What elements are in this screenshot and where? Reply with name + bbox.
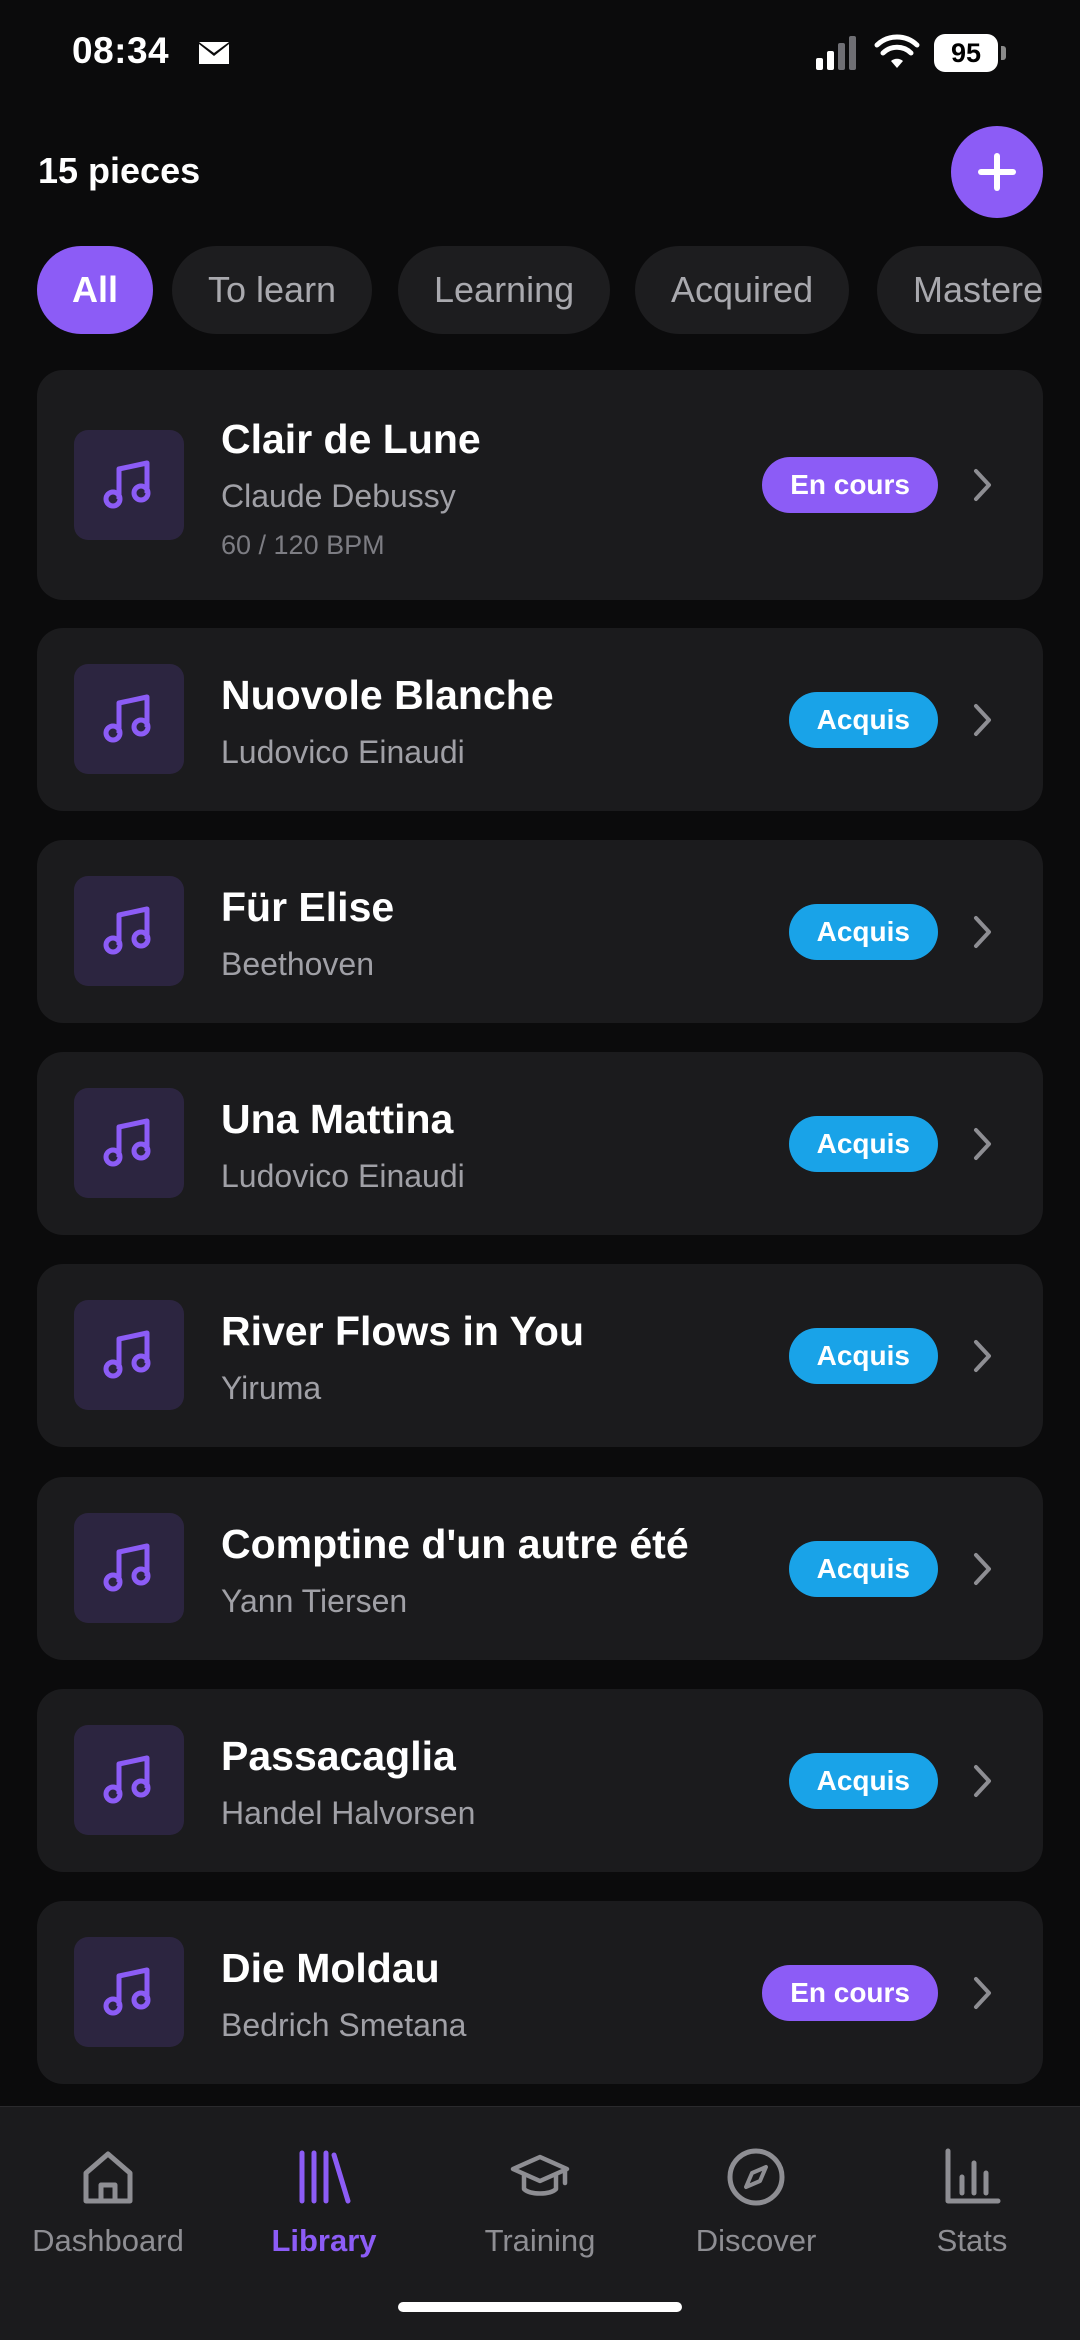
music-note-icon bbox=[103, 1543, 151, 1592]
nav-dashboard[interactable]: Dashboard bbox=[0, 2147, 216, 2277]
status-bar: 08:34 95 bbox=[0, 0, 1080, 110]
bar-chart-icon bbox=[945, 2148, 1001, 2204]
piece-title: Die Moldau bbox=[221, 1945, 440, 1991]
nav-label: Dashboard bbox=[32, 2223, 184, 2258]
piece-thumbnail bbox=[74, 1513, 184, 1623]
chevron-right-icon bbox=[974, 1128, 991, 1160]
battery-icon: 95 bbox=[934, 34, 1008, 72]
piece-artist: Ludovico Einaudi bbox=[221, 1158, 465, 1194]
piece-thumbnail bbox=[74, 876, 184, 986]
nav-training[interactable]: Training bbox=[432, 2147, 648, 2277]
music-note-icon bbox=[103, 1118, 151, 1167]
piece-artist: Claude Debussy bbox=[221, 478, 456, 514]
library-screen: 08:34 95 15 pieces All To learn Learning… bbox=[0, 0, 1080, 2340]
piece-artist: Beethoven bbox=[221, 946, 375, 982]
filter-chip-acquired[interactable]: Acquired bbox=[635, 246, 850, 334]
status-badge: Acquis bbox=[788, 904, 938, 960]
music-note-icon bbox=[103, 694, 151, 743]
home-indicator[interactable] bbox=[398, 2302, 682, 2312]
status-badge: En cours bbox=[762, 457, 938, 513]
piece-artist: Yiruma bbox=[221, 1370, 322, 1406]
filter-chips: All To learn Learning Acquired Mastere bbox=[0, 246, 1042, 334]
compass-icon bbox=[727, 2148, 785, 2206]
piece-thumbnail bbox=[74, 1300, 184, 1410]
status-time: 08:34 bbox=[72, 30, 170, 71]
piece-title: River Flows in You bbox=[221, 1308, 584, 1354]
piece-artist: Ludovico Einaudi bbox=[221, 734, 465, 770]
signal-icon bbox=[816, 36, 856, 70]
piece-artist: Yann Tiersen bbox=[221, 1583, 408, 1619]
piece-thumbnail bbox=[74, 430, 184, 540]
piece-artist: Bedrich Smetana bbox=[221, 2007, 467, 2043]
piece-title: Für Elise bbox=[221, 884, 395, 930]
music-note-icon bbox=[103, 906, 151, 955]
chevron-right-icon bbox=[974, 704, 991, 736]
mail-icon bbox=[199, 42, 229, 64]
chevron-right-icon bbox=[974, 469, 991, 501]
music-note-icon bbox=[103, 1330, 151, 1379]
piece-thumbnail bbox=[74, 664, 184, 774]
music-note-icon bbox=[103, 1755, 151, 1804]
piece-card[interactable]: Die Moldau Bedrich Smetana En cours bbox=[37, 1901, 1043, 2084]
status-badge: Acquis bbox=[788, 1328, 938, 1384]
piece-title: Passacaglia bbox=[221, 1733, 456, 1779]
nav-library[interactable]: Library bbox=[216, 2147, 432, 2277]
nav-label: Library bbox=[271, 2223, 377, 2258]
piece-thumbnail bbox=[74, 1725, 184, 1835]
chevron-right-icon bbox=[974, 1340, 991, 1372]
battery-tip bbox=[1001, 46, 1006, 60]
piece-thumbnail bbox=[74, 1937, 184, 2047]
nav-label: Discover bbox=[695, 2223, 817, 2258]
chevron-right-icon bbox=[974, 1765, 991, 1797]
wifi-icon bbox=[874, 34, 920, 68]
piece-title: Comptine d'un autre été bbox=[221, 1521, 689, 1567]
piece-thumbnail bbox=[74, 1088, 184, 1198]
pieces-count: 15 pieces bbox=[38, 150, 201, 191]
graduation-cap-icon bbox=[510, 2154, 570, 2196]
status-badge: Acquis bbox=[788, 692, 938, 748]
status-badge: En cours bbox=[762, 1965, 938, 2021]
piece-card[interactable]: Für Elise Beethoven Acquis bbox=[37, 840, 1043, 1023]
library-icon bbox=[299, 2150, 351, 2204]
filter-chip-all[interactable]: All bbox=[37, 246, 153, 334]
piece-bpm: 60 / 120 BPM bbox=[221, 530, 385, 560]
status-badge: Acquis bbox=[788, 1753, 938, 1809]
piece-card[interactable]: River Flows in You Yiruma Acquis bbox=[37, 1264, 1043, 1447]
piece-card[interactable]: Comptine d'un autre été Yann Tiersen Acq… bbox=[37, 1477, 1043, 1660]
piece-card[interactable]: Passacaglia Handel Halvorsen Acquis bbox=[37, 1689, 1043, 1872]
piece-artist: Handel Halvorsen bbox=[221, 1795, 476, 1831]
nav-label: Stats bbox=[936, 2223, 1008, 2258]
piece-card[interactable]: Clair de Lune Claude Debussy 60 / 120 BP… bbox=[37, 370, 1043, 600]
piece-title: Nuovole Blanche bbox=[221, 672, 554, 718]
nav-stats[interactable]: Stats bbox=[864, 2147, 1080, 2277]
piece-card[interactable]: Una Mattina Ludovico Einaudi Acquis bbox=[37, 1052, 1043, 1235]
filter-chip-to-learn[interactable]: To learn bbox=[172, 246, 373, 334]
music-note-icon bbox=[103, 1967, 151, 2016]
chevron-right-icon bbox=[974, 916, 991, 948]
home-icon bbox=[83, 2151, 133, 2204]
status-badge: Acquis bbox=[788, 1541, 938, 1597]
plus-icon bbox=[978, 153, 1016, 191]
filter-chip-mastered[interactable]: Mastere bbox=[877, 246, 1042, 334]
piece-card[interactable]: Nuovole Blanche Ludovico Einaudi Acquis bbox=[37, 628, 1043, 811]
add-piece-button[interactable] bbox=[951, 126, 1043, 218]
piece-title: Una Mattina bbox=[221, 1096, 454, 1142]
piece-title: Clair de Lune bbox=[221, 416, 481, 462]
status-badge: Acquis bbox=[788, 1116, 938, 1172]
nav-label: Training bbox=[484, 2223, 596, 2258]
chevron-right-icon bbox=[974, 1553, 991, 1585]
chevron-right-icon bbox=[974, 1977, 991, 2009]
filter-chip-learning[interactable]: Learning bbox=[398, 246, 611, 334]
nav-discover[interactable]: Discover bbox=[648, 2147, 864, 2277]
battery-level: 95 bbox=[934, 34, 998, 72]
music-note-icon bbox=[103, 460, 151, 509]
